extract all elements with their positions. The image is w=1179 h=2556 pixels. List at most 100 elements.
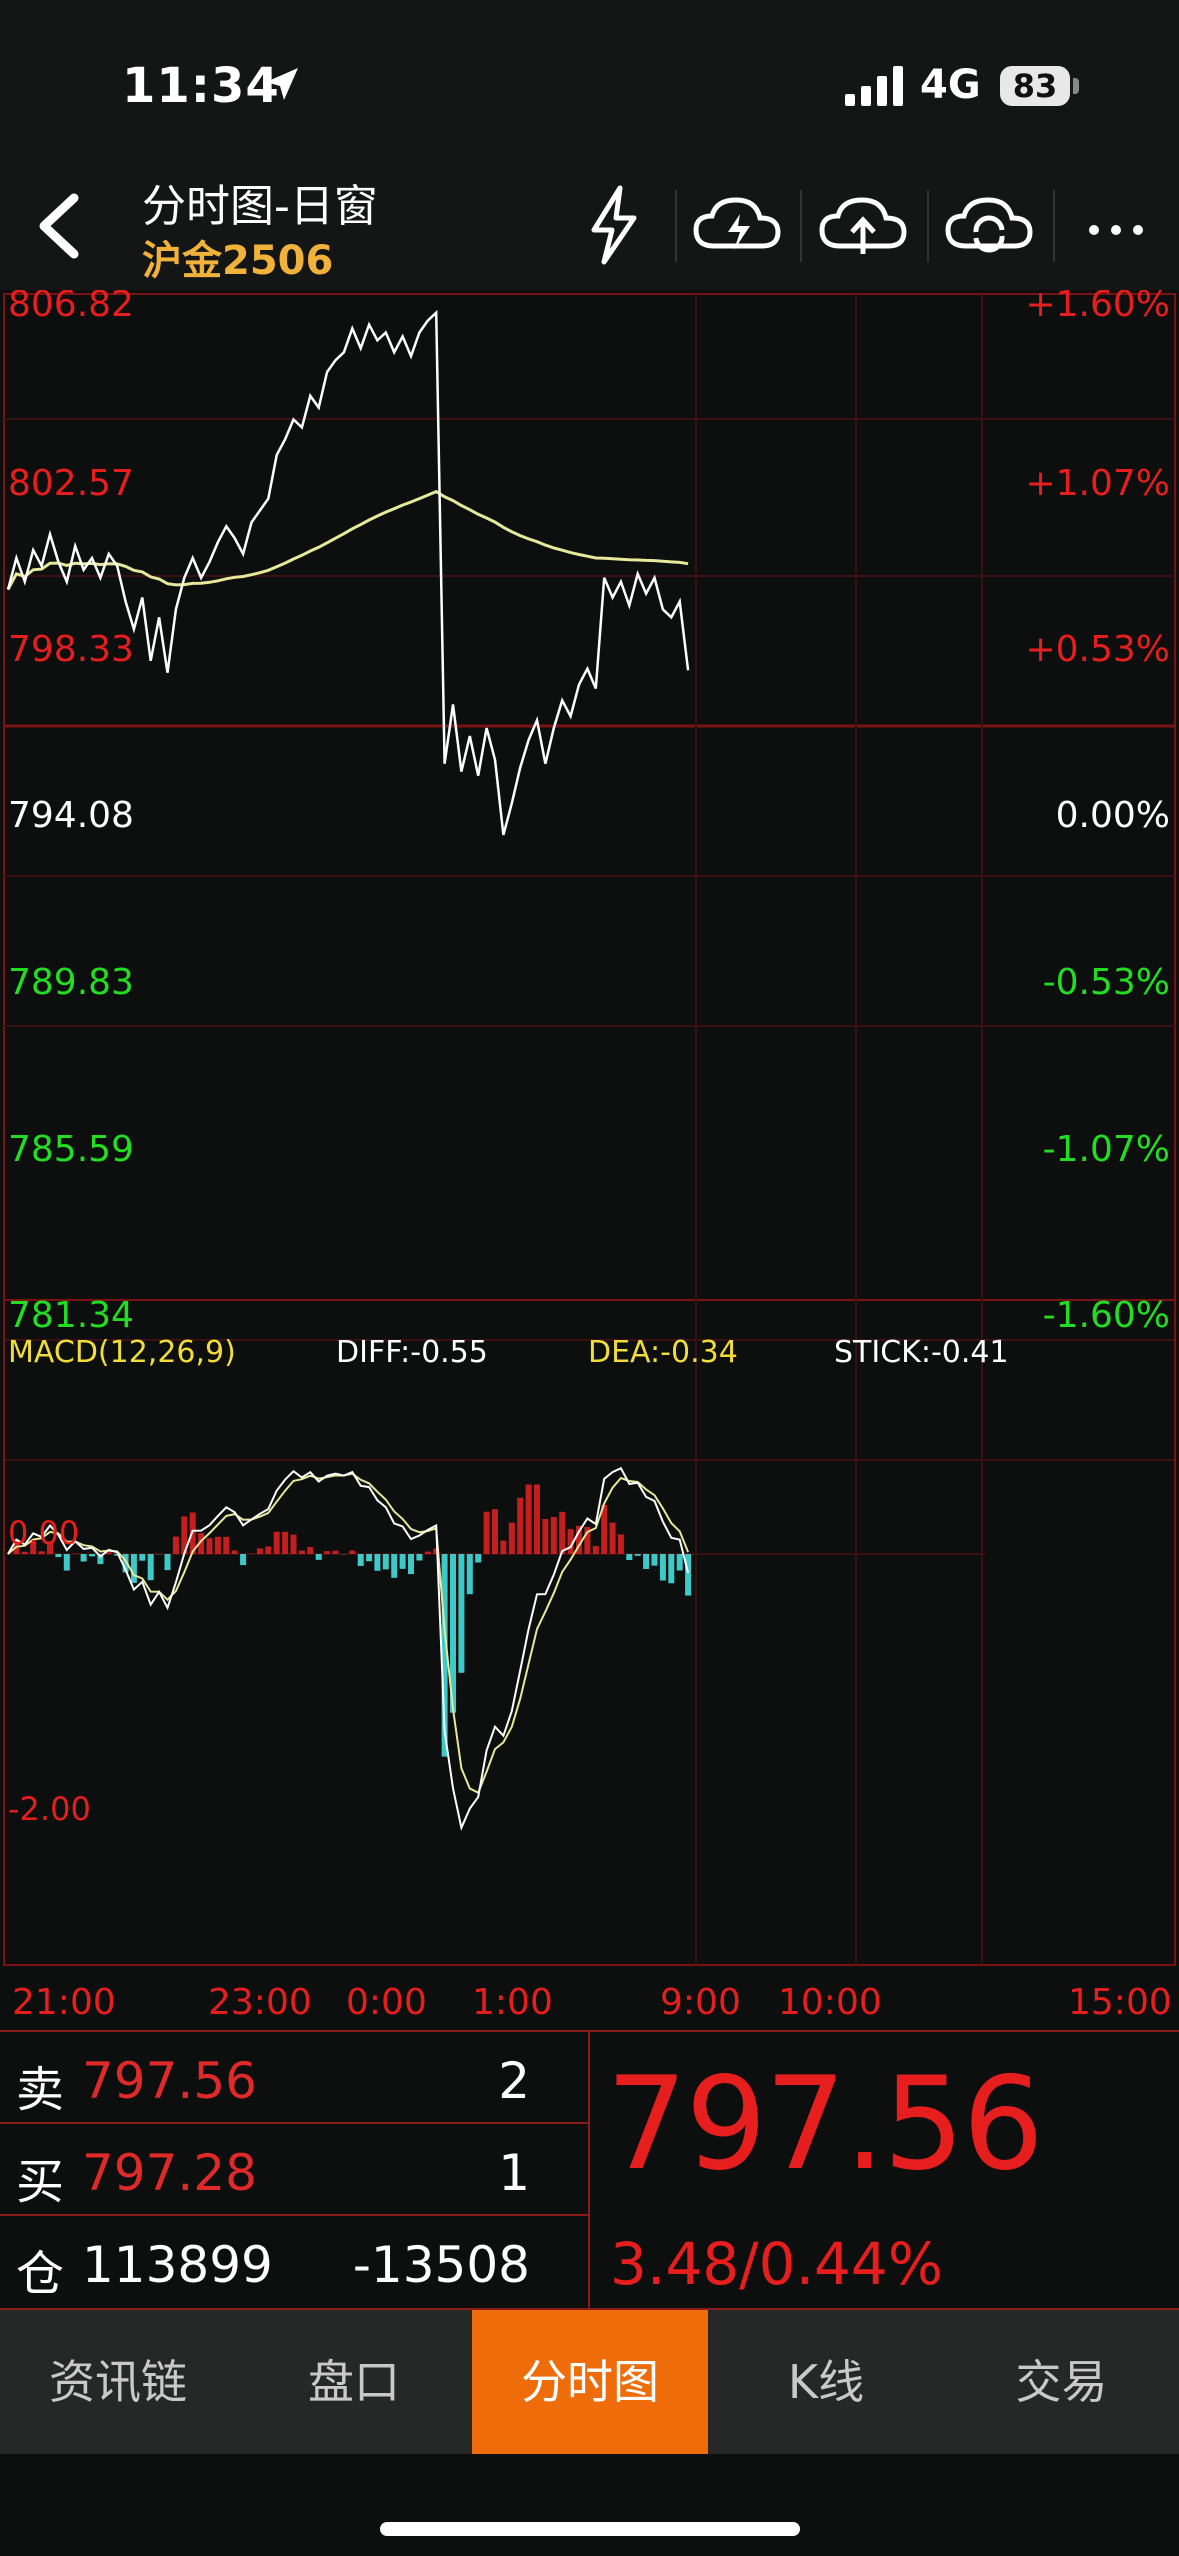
nav-separator xyxy=(800,190,802,262)
cloud-lightning-icon[interactable] xyxy=(682,180,792,270)
price-change: 3.48/0.44% xyxy=(610,2230,943,2298)
open-interest-value: 113899 xyxy=(82,2236,273,2294)
macd-bar xyxy=(483,1511,490,1554)
y-label-left: 794.08 xyxy=(8,795,134,836)
x-label: 10:00 xyxy=(778,1982,882,2023)
home-area xyxy=(0,2454,1179,2556)
nav-bar: 分时图-日窗 沪金2506 xyxy=(0,160,1179,290)
macd-bar xyxy=(349,1550,356,1554)
macd-bar xyxy=(357,1554,364,1566)
y-label-left: 785.59 xyxy=(8,1129,134,1170)
macd-stick: STICK:-0.41 xyxy=(834,1335,1009,1370)
macd-bar xyxy=(298,1550,305,1554)
tab-intraday-chart[interactable]: 分时图 xyxy=(472,2310,708,2454)
sell-volume: 2 xyxy=(498,2052,530,2110)
page-title: 分时图-日窗 xyxy=(142,181,378,232)
home-indicator[interactable] xyxy=(380,2522,800,2536)
buy-row[interactable]: 买 797.28 1 xyxy=(0,2124,588,2216)
macd-bar xyxy=(517,1497,524,1554)
tab-kline[interactable]: K线 xyxy=(708,2310,944,2454)
y-axis-left: 806.82 802.57 798.33 794.08 789.83 785.5… xyxy=(8,290,134,1336)
macd-bar xyxy=(139,1554,146,1561)
tab-trade[interactable]: 交易 xyxy=(944,2310,1179,2454)
macd-diff: DIFF:-0.55 xyxy=(336,1335,488,1370)
macd-bar xyxy=(332,1550,339,1554)
macd-bar xyxy=(172,1536,179,1554)
tab-news-chain[interactable]: 资讯链 xyxy=(0,2310,236,2454)
battery-tip xyxy=(1073,78,1079,94)
macd-level-label: -2.00 xyxy=(8,1790,91,1828)
x-axis: 21:00 23:00 0:00 1:00 9:00 10:00 15:00 xyxy=(12,1982,1172,2023)
y-label-left: 802.57 xyxy=(8,463,134,504)
macd-level-label: 0.00 xyxy=(8,1514,79,1552)
macd-bar xyxy=(550,1517,557,1554)
chart-svg[interactable]: 806.82 802.57 798.33 794.08 789.83 785.5… xyxy=(0,290,1179,2030)
x-label: 1:00 xyxy=(472,1982,553,2023)
bottom-tab-bar: 资讯链 盘口 分时图 K线 交易 xyxy=(0,2310,1179,2454)
macd-bar xyxy=(508,1522,515,1554)
cloud-upload-icon[interactable] xyxy=(808,180,918,270)
macd-bar xyxy=(164,1554,171,1571)
y-label-right: +1.60% xyxy=(1025,290,1170,325)
macd-bar xyxy=(89,1554,95,1557)
y-label-right: -1.60% xyxy=(1043,1295,1170,1336)
macd-bar xyxy=(534,1484,540,1554)
macd-bar xyxy=(408,1554,414,1575)
macd-bar xyxy=(626,1554,633,1560)
x-label: 21:00 xyxy=(12,1982,116,2023)
macd-bar xyxy=(130,1554,137,1583)
macd-bar xyxy=(240,1554,247,1566)
lightning-icon[interactable] xyxy=(558,180,668,270)
sell-label: 卖 xyxy=(16,2062,65,2118)
macd-bar xyxy=(366,1554,373,1562)
macd-bar xyxy=(458,1554,465,1673)
open-interest-change: -13508 xyxy=(352,2236,530,2294)
nav-separator xyxy=(927,190,929,262)
tab-order-book[interactable]: 盘口 xyxy=(236,2310,472,2454)
x-label: 0:00 xyxy=(346,1982,427,2023)
macd-bar xyxy=(231,1550,238,1554)
macd-dea: DEA:-0.34 xyxy=(588,1335,738,1370)
y-label-right: -0.53% xyxy=(1043,962,1170,1003)
chart-grid xyxy=(3,293,1176,1966)
open-interest-row: 仓 113899 -13508 xyxy=(0,2216,588,2308)
macd-bar xyxy=(147,1554,154,1581)
macd-bar xyxy=(282,1531,289,1554)
macd-bar xyxy=(324,1551,331,1554)
macd-bar xyxy=(391,1554,398,1578)
average-price-line xyxy=(6,489,689,591)
macd-bar xyxy=(374,1554,381,1571)
macd-bar xyxy=(315,1554,322,1560)
signal-icon xyxy=(845,66,903,106)
more-icon[interactable] xyxy=(1060,180,1170,270)
location-arrow-icon xyxy=(266,68,298,100)
y-label-right: +1.07% xyxy=(1025,463,1170,504)
macd-bar xyxy=(592,1546,599,1554)
macd-bar xyxy=(676,1554,683,1571)
nav-separator xyxy=(1053,190,1055,262)
macd-bar xyxy=(273,1531,280,1554)
macd-bar xyxy=(559,1511,566,1554)
macd-bar xyxy=(466,1554,473,1595)
macd-bar xyxy=(80,1554,87,1562)
macd-bar xyxy=(500,1540,507,1554)
y-label-right: +0.53% xyxy=(1025,629,1170,670)
macd-bar xyxy=(21,1551,28,1554)
x-label: 15:00 xyxy=(1068,1982,1172,2023)
status-time: 11:34 xyxy=(122,58,280,114)
x-label: 9:00 xyxy=(660,1982,741,2023)
cloud-refresh-icon[interactable] xyxy=(934,180,1044,270)
macd-bar xyxy=(542,1519,549,1554)
intraday-chart[interactable]: 806.82 802.57 798.33 794.08 789.83 785.5… xyxy=(0,290,1179,2030)
macd-label: MACD(12,26,9) xyxy=(8,1335,236,1370)
macd-bar xyxy=(617,1534,624,1554)
price-line xyxy=(6,309,690,836)
macd-bar xyxy=(659,1554,666,1581)
y-label-left: 789.83 xyxy=(8,962,134,1003)
buy-volume: 1 xyxy=(498,2144,530,2202)
macd-bar xyxy=(668,1554,675,1584)
back-icon[interactable] xyxy=(30,190,90,262)
sell-row[interactable]: 卖 797.56 2 xyxy=(0,2032,588,2124)
macd-histogram xyxy=(13,1484,692,1757)
macd-bar xyxy=(382,1554,389,1570)
